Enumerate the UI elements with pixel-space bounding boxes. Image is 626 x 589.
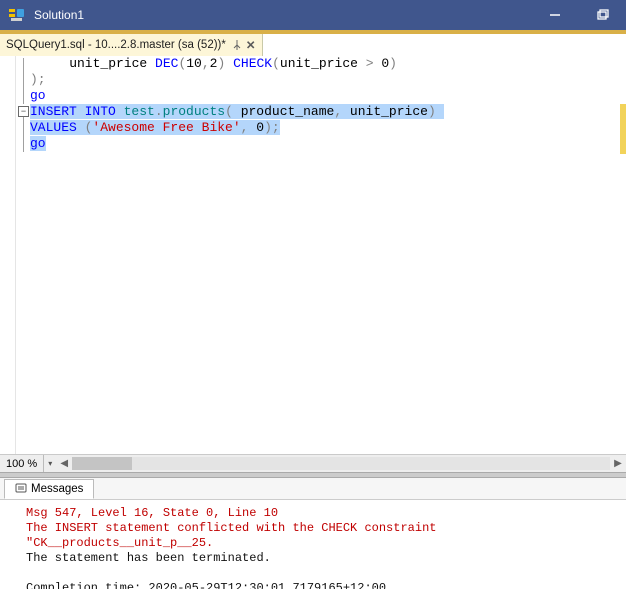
- zoom-dropdown-icon[interactable]: ▾: [44, 459, 56, 468]
- code-editor[interactable]: − unit_price DEC(10,2) CHECK(unit_price …: [0, 56, 626, 454]
- messages-tab-label: Messages: [31, 483, 83, 495]
- tab-label: SQLQuery1.sql - 10....2.8.master (sa (52…: [6, 39, 226, 51]
- close-tab-button[interactable]: ✕: [246, 38, 256, 52]
- message-line: Completion time: 2020-05-29T12:30:01.717…: [26, 581, 618, 589]
- change-marker: [620, 104, 626, 154]
- minimize-button[interactable]: [540, 0, 570, 30]
- code-line[interactable]: go: [30, 136, 620, 152]
- scroll-thumb[interactable]: [72, 457, 132, 470]
- tab-sqlquery1[interactable]: SQLQuery1.sql - 10....2.8.master (sa (52…: [0, 34, 263, 56]
- messages-icon: [15, 483, 27, 495]
- document-tabbar: SQLQuery1.sql - 10....2.8.master (sa (52…: [0, 30, 626, 56]
- code-line[interactable]: unit_price DEC(10,2) CHECK(unit_price > …: [38, 56, 620, 72]
- tab-messages[interactable]: Messages: [4, 479, 94, 499]
- zoom-level[interactable]: 100 %: [0, 455, 44, 472]
- editor-gutter: [0, 56, 16, 454]
- fold-toggle[interactable]: −: [18, 106, 29, 117]
- message-line: Msg 547, Level 16, State 0, Line 10: [26, 506, 618, 521]
- message-line: The statement has been terminated.: [26, 551, 618, 566]
- messages-pane[interactable]: Msg 547, Level 16, State 0, Line 10The I…: [0, 500, 626, 589]
- scroll-left-icon[interactable]: ◀: [56, 455, 72, 472]
- titlebar: Solution1: [0, 0, 626, 30]
- code-content[interactable]: unit_price DEC(10,2) CHECK(unit_price > …: [38, 56, 620, 152]
- scroll-right-icon[interactable]: ▶: [610, 455, 626, 472]
- app-icon: [8, 6, 26, 24]
- message-line: The INSERT statement conflicted with the…: [26, 521, 618, 551]
- code-line[interactable]: go: [30, 88, 620, 104]
- pin-icon[interactable]: [232, 40, 242, 50]
- code-line[interactable]: VALUES ('Awesome Free Bike', 0);: [30, 120, 620, 136]
- horizontal-scrollbar[interactable]: ◀ ▶: [56, 455, 626, 472]
- code-line[interactable]: INSERT INTO test.products( product_name,…: [30, 104, 620, 120]
- status-strip: 100 % ▾ ◀ ▶: [0, 454, 626, 472]
- scroll-track[interactable]: [72, 457, 610, 470]
- code-line[interactable]: );: [30, 72, 620, 88]
- message-line: [26, 566, 618, 581]
- restore-button[interactable]: [588, 0, 618, 30]
- messages-tabbar: Messages: [0, 478, 626, 500]
- window-title: Solution1: [34, 8, 84, 22]
